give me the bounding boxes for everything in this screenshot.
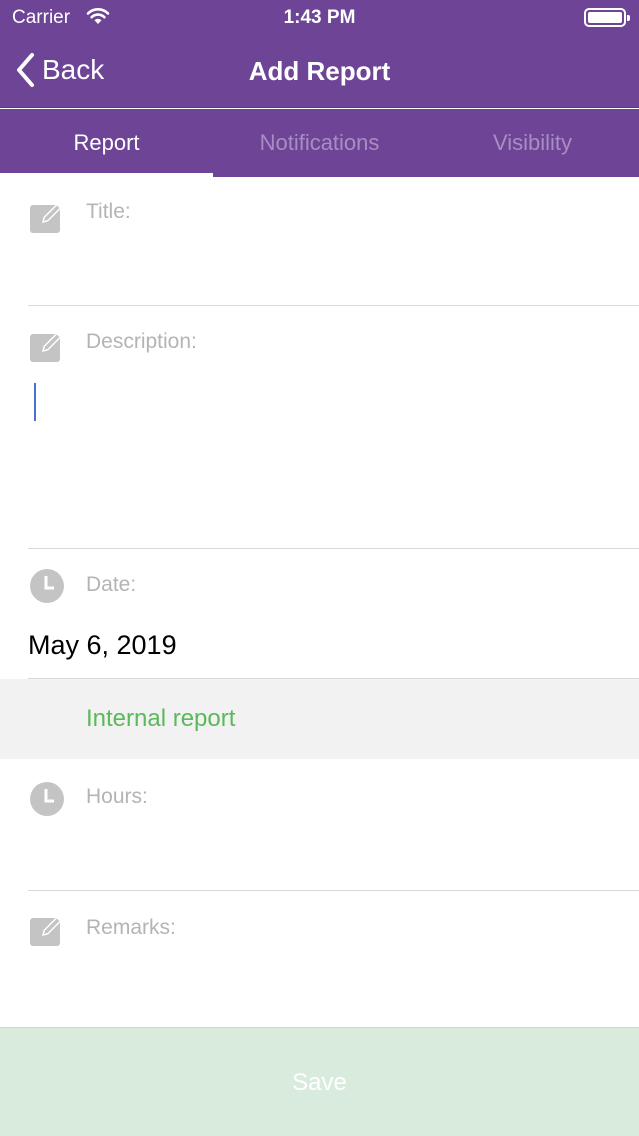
clock-icon <box>28 567 66 605</box>
date-label: Date: <box>86 573 137 596</box>
remarks-field[interactable]: Remarks: <box>0 891 639 1027</box>
internal-report-row[interactable]: Internal report <box>0 679 639 759</box>
edit-icon <box>28 326 66 364</box>
navigation-bar: Back Add Report <box>0 36 639 108</box>
tab-report[interactable]: Report <box>0 109 213 177</box>
date-field[interactable]: Date: May 6, 2019 <box>0 549 639 679</box>
hours-field[interactable]: Hours: <box>0 759 639 891</box>
clock-icon <box>28 780 66 818</box>
tab-notifications[interactable]: Notifications <box>213 109 426 177</box>
description-field[interactable]: Description: <box>0 306 639 549</box>
status-time: 1:43 PM <box>283 7 356 28</box>
status-bar: Carrier 1:43 PM <box>0 0 639 36</box>
tab-visibility[interactable]: Visibility <box>426 109 639 177</box>
edit-icon <box>28 910 66 948</box>
hours-label: Hours: <box>86 785 148 808</box>
title-field[interactable]: Title: <box>0 177 639 306</box>
text-cursor <box>34 383 36 421</box>
page-title: Add Report <box>248 56 391 86</box>
date-value: May 6, 2019 <box>28 630 177 660</box>
description-label: Description: <box>86 330 197 353</box>
internal-report-label: Internal report <box>86 705 236 732</box>
edit-icon <box>28 197 66 235</box>
battery-icon <box>584 8 630 27</box>
save-button[interactable]: Save <box>0 1027 639 1136</box>
title-label: Title: <box>86 200 131 223</box>
tab-bar: Report Notifications Visibility <box>0 109 639 177</box>
remarks-label: Remarks: <box>86 916 176 939</box>
